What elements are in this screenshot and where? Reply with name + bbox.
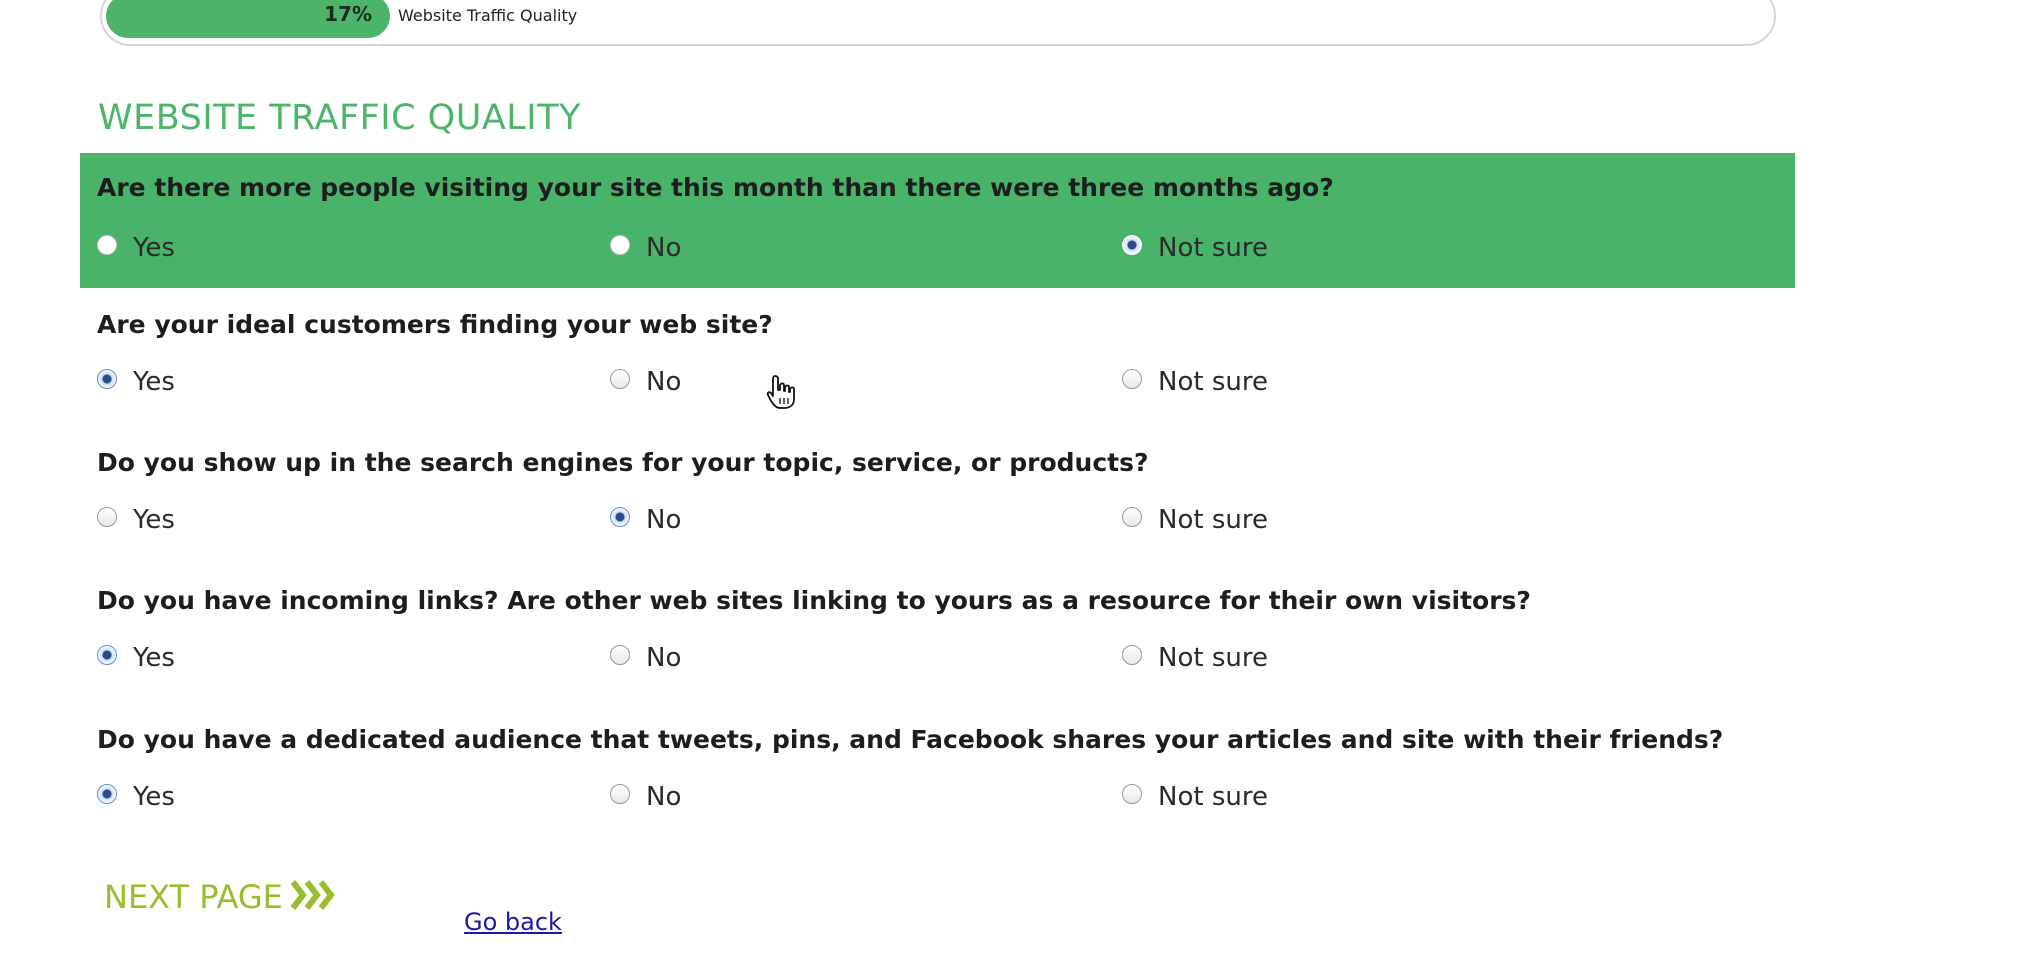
option-yes[interactable]: Yes	[97, 505, 175, 535]
next-page-button[interactable]: NEXT PAGE	[104, 878, 337, 916]
option-yes[interactable]: Yes	[97, 233, 175, 263]
option-no[interactable]: No	[610, 367, 681, 397]
option-label: No	[646, 643, 682, 673]
question-text: Do you have incoming links? Are other we…	[97, 586, 1531, 615]
option-label: No	[646, 367, 682, 397]
option-label: Not sure	[1158, 233, 1268, 263]
radio-button[interactable]	[97, 507, 117, 527]
option-yes[interactable]: Yes	[97, 367, 175, 397]
radio-button[interactable]	[97, 235, 117, 255]
radio-button-selected[interactable]	[610, 507, 630, 527]
option-label: Not sure	[1158, 782, 1268, 812]
radio-button[interactable]	[610, 645, 630, 665]
progress-bar: 17% Website Traffic Quality	[100, 0, 1776, 46]
question-text: Are your ideal customers finding your we…	[97, 310, 773, 339]
radio-button-selected[interactable]	[97, 369, 117, 389]
option-label: No	[646, 505, 682, 535]
progress-fill: 17%	[106, 0, 390, 38]
option-label: Not sure	[1158, 505, 1268, 535]
option-label: Not sure	[1158, 643, 1268, 673]
radio-button[interactable]	[610, 784, 630, 804]
option-label: Not sure	[1158, 367, 1268, 397]
radio-button-selected[interactable]	[1122, 235, 1142, 255]
option-no[interactable]: No	[610, 233, 681, 263]
question-block: Are there more people visiting your site…	[80, 153, 1795, 288]
option-yes[interactable]: Yes	[97, 643, 175, 673]
radio-button[interactable]	[1122, 784, 1142, 804]
option-label: Yes	[133, 643, 175, 673]
progress-percent: 17%	[324, 2, 372, 26]
radio-button[interactable]	[610, 235, 630, 255]
section-title: WEBSITE TRAFFIC QUALITY	[98, 98, 581, 138]
radio-button-selected[interactable]	[97, 645, 117, 665]
question-block: Do you show up in the search engines for…	[80, 448, 1795, 558]
option-not-sure[interactable]: Not sure	[1122, 233, 1268, 263]
radio-button[interactable]	[1122, 369, 1142, 389]
option-label: Yes	[133, 505, 175, 535]
survey-page: 17% Website Traffic Quality WEBSITE TRAF…	[0, 0, 2044, 972]
radio-button[interactable]	[1122, 507, 1142, 527]
triple-chevron-right-icon	[290, 879, 337, 915]
question-block: Are your ideal customers finding your we…	[80, 310, 1795, 420]
progress-label: Website Traffic Quality	[398, 6, 578, 25]
question-text: Are there more people visiting your site…	[97, 173, 1334, 202]
option-yes[interactable]: Yes	[97, 782, 175, 812]
option-no[interactable]: No	[610, 505, 681, 535]
hand-pointer-icon	[766, 374, 796, 414]
option-not-sure[interactable]: Not sure	[1122, 367, 1268, 397]
radio-button-selected[interactable]	[97, 784, 117, 804]
question-text: Do you show up in the search engines for…	[97, 448, 1149, 477]
option-not-sure[interactable]: Not sure	[1122, 643, 1268, 673]
option-label: Yes	[133, 233, 175, 263]
question-text: Do you have a dedicated audience that tw…	[97, 725, 1724, 754]
option-not-sure[interactable]: Not sure	[1122, 782, 1268, 812]
radio-button[interactable]	[1122, 645, 1142, 665]
option-label: No	[646, 782, 682, 812]
option-label: Yes	[133, 367, 175, 397]
option-no[interactable]: No	[610, 782, 681, 812]
option-not-sure[interactable]: Not sure	[1122, 505, 1268, 535]
radio-button[interactable]	[610, 369, 630, 389]
option-label: No	[646, 233, 682, 263]
option-no[interactable]: No	[610, 643, 681, 673]
question-block: Do you have incoming links? Are other we…	[80, 586, 1795, 696]
next-page-label: NEXT PAGE	[104, 878, 283, 916]
option-label: Yes	[133, 782, 175, 812]
question-block: Do you have a dedicated audience that tw…	[80, 725, 1795, 835]
go-back-link[interactable]: Go back	[464, 908, 562, 936]
